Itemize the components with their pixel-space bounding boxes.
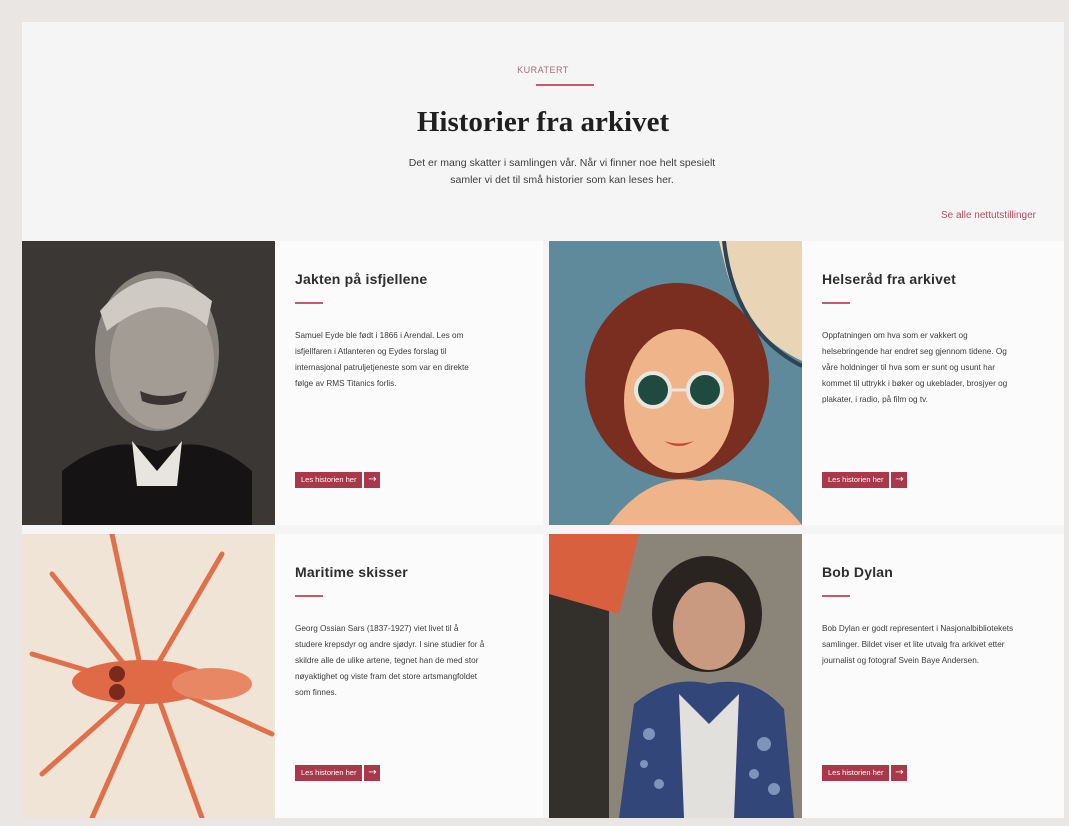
arrow-right-icon: → <box>364 765 381 781</box>
story-description: Bob Dylan er godt representert i Nasjona… <box>822 624 1014 665</box>
see-all-exhibitions-link[interactable]: Se alle nettutstillinger <box>941 210 1036 221</box>
title-divider <box>822 302 850 304</box>
story-card-body: Helseråd fra arkivet Oppfatningen om hva… <box>822 241 1052 525</box>
read-story-button[interactable]: Les historien her → <box>295 472 381 488</box>
story-card[interactable]: Jakten på isfjellene Samuel Eyde ble fød… <box>22 241 543 525</box>
story-card[interactable]: Helseråd fra arkivet Oppfatningen om hva… <box>549 241 1064 525</box>
dylan-photo-icon[interactable] <box>549 534 802 818</box>
read-story-label: Les historien her <box>822 765 890 781</box>
read-story-label: Les historien her <box>295 765 363 781</box>
read-story-label: Les historien her <box>822 472 890 488</box>
read-story-button[interactable]: Les historien her → <box>295 765 381 781</box>
story-title[interactable]: Maritime skisser <box>295 564 408 580</box>
story-title[interactable]: Helseråd fra arkivet <box>822 271 956 287</box>
read-story-button[interactable]: Les historien her → <box>822 765 908 781</box>
page-title: Historier fra arkivet <box>416 106 670 138</box>
arrow-right-icon: → <box>891 765 908 781</box>
intro-text: Det er mang skatter i samlingen vår. Når… <box>408 157 716 186</box>
story-title[interactable]: Jakten på isfjellene <box>295 271 427 287</box>
eyebrow-label: KURATERT <box>517 65 569 75</box>
story-description: Oppfatningen om hva som er vakkert og he… <box>822 331 1008 404</box>
crustacean-drawing-icon[interactable] <box>22 534 275 818</box>
read-story-label: Les historien her <box>295 472 363 488</box>
story-description: Samuel Eyde ble født i 1866 i Arendal. L… <box>295 331 469 388</box>
story-card[interactable]: Bob Dylan Bob Dylan er godt representert… <box>549 534 1064 818</box>
read-story-button[interactable]: Les historien her → <box>822 472 908 488</box>
portrait-photo-icon[interactable] <box>22 241 275 525</box>
story-card-body: Bob Dylan Bob Dylan er godt representert… <box>822 534 1052 818</box>
title-divider <box>295 595 323 597</box>
page-frame: KURATERT Historier fra arkivet Det er ma… <box>22 22 1064 818</box>
story-title[interactable]: Bob Dylan <box>822 564 893 580</box>
story-grid: Jakten på isfjellene Samuel Eyde ble fød… <box>22 241 1064 818</box>
sunglasses-illustration-icon[interactable] <box>549 241 802 525</box>
story-card-body: Jakten på isfjellene Samuel Eyde ble fød… <box>295 241 525 525</box>
arrow-right-icon: → <box>364 472 381 488</box>
title-divider <box>822 595 850 597</box>
story-card[interactable]: Maritime skisser Georg Ossian Sars (1837… <box>22 534 543 818</box>
title-divider <box>295 302 323 304</box>
eyebrow-divider <box>536 84 594 86</box>
arrow-right-icon: → <box>891 472 908 488</box>
story-card-body: Maritime skisser Georg Ossian Sars (1837… <box>295 534 525 818</box>
curated-header: KURATERT Historier fra arkivet Det er ma… <box>22 22 1064 241</box>
story-description: Georg Ossian Sars (1837-1927) viet livet… <box>295 624 485 697</box>
